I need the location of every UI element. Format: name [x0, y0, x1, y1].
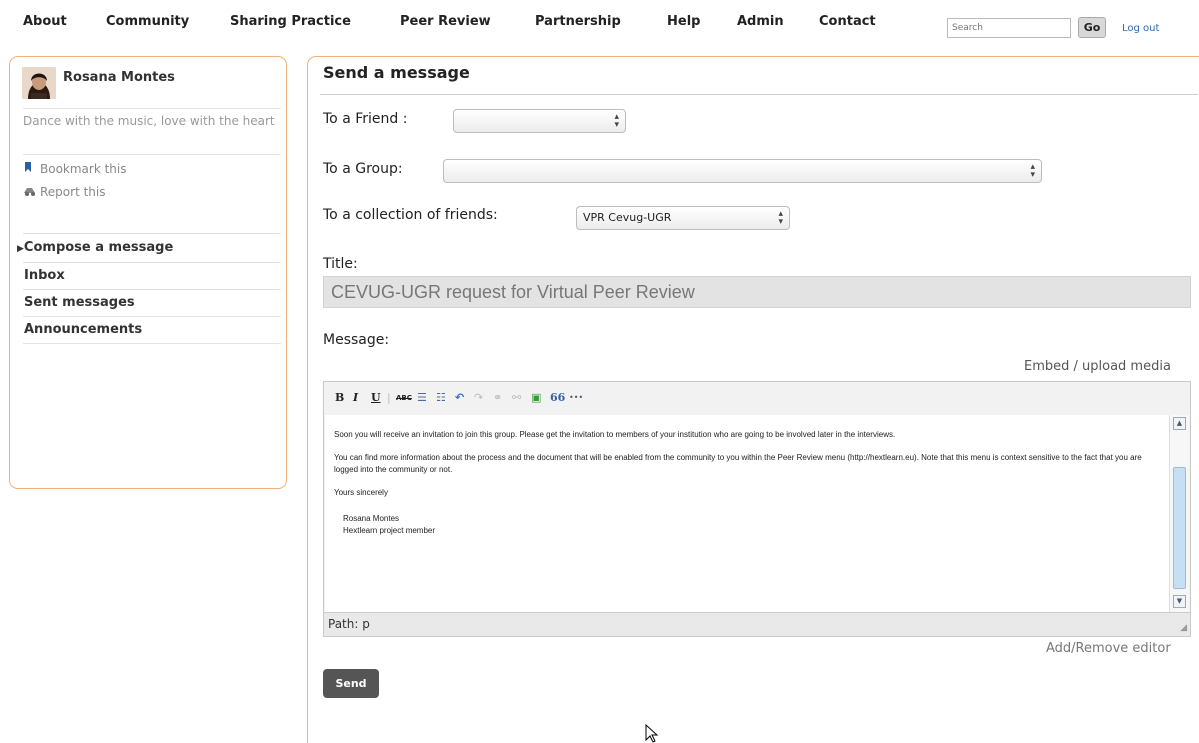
menu-label: Compose a message — [23, 240, 174, 255]
nav-admin[interactable]: Admin — [737, 14, 784, 29]
blockquote-icon[interactable]: 66 — [550, 391, 565, 404]
nav-help[interactable]: Help — [667, 14, 700, 29]
to-collection-label: To a collection of friends: — [323, 207, 498, 223]
nav-peer-review[interactable]: Peer Review — [400, 14, 491, 29]
resize-handle-icon[interactable]: ◢ — [1180, 623, 1187, 633]
compose-marker-icon: ▶ — [17, 244, 24, 254]
divider — [320, 94, 1198, 95]
divider — [23, 343, 281, 344]
scroll-up-icon[interactable]: ▲ — [1173, 417, 1186, 430]
menu-compose-message[interactable]: ▶Compose a message — [17, 240, 173, 255]
message-textarea[interactable]: Soon you will receive an invitation to j… — [325, 415, 1169, 612]
to-collection-value: VPR Cevug-UGR — [583, 211, 672, 224]
strikethrough-button[interactable]: ABC — [396, 394, 412, 402]
select-arrows-icon: ▴ ▾ — [614, 112, 619, 130]
message-label: Message: — [323, 332, 390, 348]
user-motto: Dance with the music, love with the hear… — [23, 114, 275, 128]
bookmark-icon — [23, 161, 37, 176]
divider — [23, 233, 281, 234]
divider — [23, 262, 281, 263]
toolbar-separator: | — [387, 391, 391, 404]
bold-button[interactable]: B — [335, 391, 344, 404]
avatar-portrait-icon — [22, 67, 56, 99]
path-text: Path: p — [328, 617, 370, 631]
divider — [23, 289, 281, 290]
menu-sent-messages[interactable]: Sent messages — [24, 295, 135, 310]
bullet-list-icon[interactable]: ☰ — [417, 391, 427, 404]
undo-icon[interactable]: ↶ — [455, 391, 464, 404]
title-input[interactable] — [323, 276, 1191, 308]
avatar[interactable] — [22, 67, 56, 99]
italic-button[interactable]: I — [353, 391, 358, 404]
top-navigation: About Community Sharing Practice Peer Re… — [0, 0, 1199, 50]
link-icon[interactable]: ⚭ — [493, 391, 502, 404]
menu-inbox[interactable]: Inbox — [24, 268, 65, 283]
nav-partnership[interactable]: Partnership — [535, 14, 621, 29]
nav-contact[interactable]: Contact — [819, 14, 876, 29]
divider — [23, 154, 281, 155]
rich-text-editor: B I U | ABC ☰ ☷ ↶ ↷ ⚭ ⚯ ▣ 66 ••• Soon yo… — [323, 381, 1191, 637]
bookmark-link[interactable]: Bookmark this — [23, 161, 127, 176]
to-group-label: To a Group: — [323, 161, 403, 177]
to-friend-select[interactable]: ▴ ▾ — [453, 109, 626, 133]
sidebar: Rosana Montes Dance with the music, love… — [9, 56, 287, 489]
go-button[interactable]: Go — [1078, 17, 1106, 38]
to-friend-label: To a Friend : — [323, 111, 408, 127]
message-paragraph: Soon you will receive an invitation to j… — [334, 430, 896, 439]
divider — [23, 108, 281, 109]
search-input[interactable] — [947, 18, 1071, 38]
message-paragraph: Yours sincerely — [334, 488, 388, 497]
underline-button[interactable]: U — [371, 391, 381, 404]
editor-toolbar: B I U | ABC ☰ ☷ ↶ ↷ ⚭ ⚯ ▣ 66 ••• — [324, 382, 1190, 415]
report-label: Report this — [40, 185, 106, 199]
select-arrows-icon: ▴ ▾ — [1030, 162, 1035, 180]
send-button[interactable]: Send — [323, 669, 379, 698]
scroll-down-icon[interactable]: ▼ — [1173, 595, 1186, 608]
embed-media-link[interactable]: Embed / upload media — [1024, 359, 1171, 374]
logout-link[interactable]: Log out — [1122, 23, 1159, 34]
more-icon[interactable]: ••• — [569, 393, 583, 402]
user-name[interactable]: Rosana Montes — [63, 70, 175, 85]
menu-announcements[interactable]: Announcements — [24, 322, 142, 337]
editor-scrollbar[interactable]: ▲ ▼ — [1169, 415, 1189, 612]
toggle-editor-link[interactable]: Add/Remove editor — [1046, 641, 1171, 656]
scrollbar-thumb[interactable] — [1173, 467, 1186, 589]
select-arrows-icon: ▴ ▾ — [778, 209, 783, 227]
page-title: Send a message — [323, 63, 470, 82]
report-link[interactable]: Report this — [23, 185, 106, 199]
numbered-list-icon[interactable]: ☷ — [436, 391, 446, 404]
report-icon — [23, 185, 37, 199]
bookmark-label: Bookmark this — [40, 162, 127, 176]
image-icon[interactable]: ▣ — [531, 391, 541, 404]
signature-name: Rosana Montes — [343, 514, 400, 523]
unlink-icon[interactable]: ⚯ — [512, 391, 521, 404]
to-collection-select[interactable]: VPR Cevug-UGR ▴ ▾ — [576, 206, 790, 230]
signature: Rosana Montes Hextlearn project member — [334, 513, 1160, 537]
nav-sharing-practice[interactable]: Sharing Practice — [230, 14, 351, 29]
redo-icon[interactable]: ↷ — [474, 391, 483, 404]
editor-path-bar: Path: p ◢ — [324, 612, 1190, 636]
title-label: Title: — [323, 256, 358, 272]
signature-role: Hextlearn project member — [343, 526, 436, 535]
to-group-select[interactable]: ▴ ▾ — [443, 159, 1042, 183]
message-form-panel: Send a message To a Friend : ▴ ▾ To a Gro… — [307, 56, 1199, 743]
message-paragraph: You can find more information about the … — [334, 453, 1142, 474]
nav-community[interactable]: Community — [106, 14, 189, 29]
nav-about[interactable]: About — [23, 14, 67, 29]
mouse-cursor-icon — [645, 723, 659, 743]
divider — [23, 316, 281, 317]
